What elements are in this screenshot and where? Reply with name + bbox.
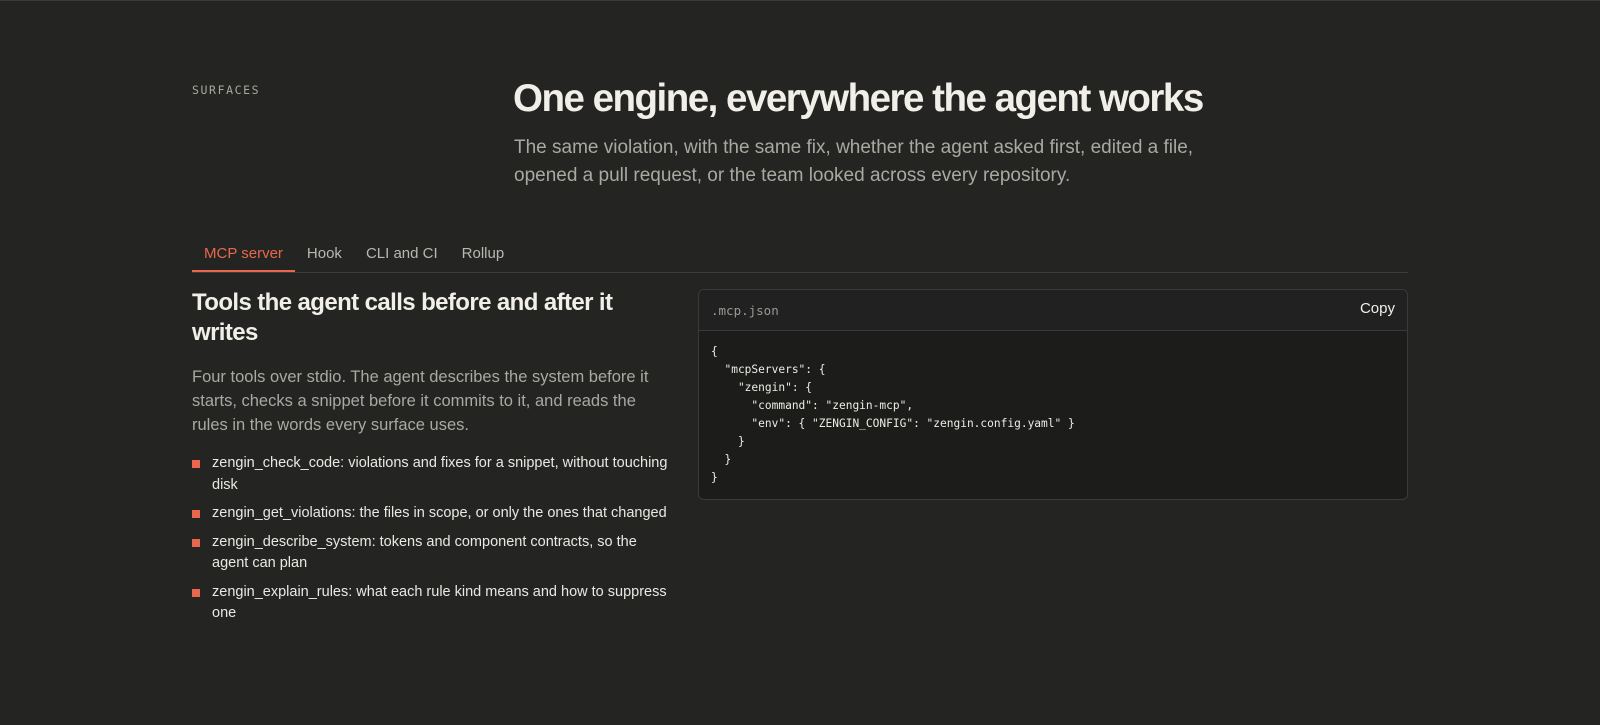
code-block[interactable]: { "mcpServers": { "zengin": { "command":… bbox=[699, 331, 1407, 487]
section-description: The same violation, with the same fix, w… bbox=[514, 137, 1194, 186]
tool-list-item: zengin_get_violations: the files in scop… bbox=[192, 503, 672, 525]
code-filename: .mcp.json bbox=[711, 303, 779, 318]
code-card: .mcp.json Copy { "mcpServers": { "zengin… bbox=[698, 289, 1408, 500]
tool-list-item: zengin_describe_system: tokens and compo… bbox=[192, 532, 672, 575]
tool-list-item: zengin_check_code: violations and fixes … bbox=[192, 453, 672, 496]
tab-cli-and-ci[interactable]: CLI and CI bbox=[354, 236, 450, 272]
square-bullet-icon bbox=[192, 510, 200, 518]
square-bullet-icon bbox=[192, 460, 200, 468]
tool-list-item: zengin_explain_rules: what each rule kin… bbox=[192, 582, 672, 625]
code-card-header: .mcp.json Copy bbox=[699, 290, 1407, 331]
section-title: One engine, everywhere the agent works bbox=[513, 77, 1204, 120]
square-bullet-icon bbox=[192, 588, 200, 597]
tool-description: zengin_check_code: violations and fixes … bbox=[212, 455, 668, 493]
tab-hook[interactable]: Hook bbox=[295, 236, 354, 272]
copy-button[interactable]: Copy bbox=[1360, 300, 1395, 317]
panel-title: Tools the agent calls before and after i… bbox=[192, 289, 613, 346]
surface-tabs: MCP server Hook CLI and CI Rollup bbox=[192, 236, 1408, 273]
tool-description: zengin_describe_system: tokens and compo… bbox=[212, 533, 637, 572]
top-divider bbox=[0, 0, 1600, 1]
tool-description: zengin_get_violations: the files in scop… bbox=[212, 505, 667, 521]
square-bullet-icon bbox=[192, 538, 200, 547]
tab-mcp-server[interactable]: MCP server bbox=[192, 236, 295, 272]
tool-description: zengin_explain_rules: what each rule kin… bbox=[212, 583, 667, 622]
section-eyebrow: SURFACES bbox=[192, 83, 261, 97]
tool-list: zengin_check_code: violations and fixes … bbox=[192, 453, 672, 632]
tab-rollup[interactable]: Rollup bbox=[450, 236, 517, 272]
panel-description: Four tools over stdio. The agent describ… bbox=[192, 368, 649, 434]
